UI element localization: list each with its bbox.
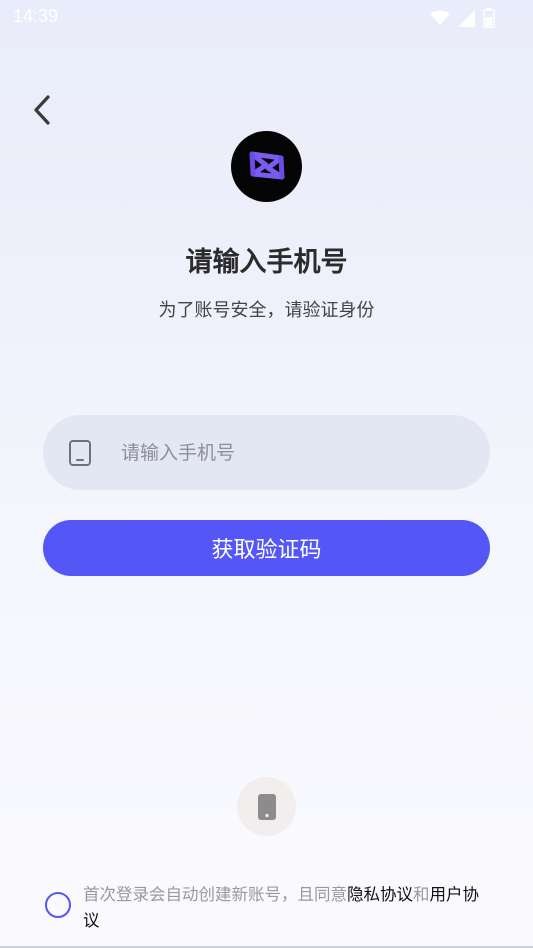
- status-icons: [430, 8, 495, 32]
- phone-login-button[interactable]: [237, 777, 296, 836]
- agreement-checkbox[interactable]: [45, 892, 71, 918]
- app-logo: [231, 131, 302, 202]
- phone-login-icon: [257, 793, 276, 820]
- phone-input-field[interactable]: [43, 415, 490, 490]
- agreement-prefix: 首次登录会自动创建新账号，且同意: [83, 885, 347, 904]
- cellular-signal-icon: [458, 9, 475, 31]
- phone-icon: [67, 438, 93, 468]
- page-subtitle: 为了账号安全，请验证身份: [158, 300, 375, 321]
- get-code-button[interactable]: 获取验证码: [43, 520, 490, 576]
- battery-icon: [483, 8, 495, 32]
- status-bar: 14:39: [0, 0, 533, 36]
- app-logo-icon: [249, 151, 284, 179]
- privacy-policy-link[interactable]: 隐私协议: [347, 885, 413, 904]
- back-button[interactable]: [26, 92, 58, 128]
- wifi-icon: [430, 10, 450, 30]
- status-time: 14:39: [13, 6, 59, 26]
- page-title: 请输入手机号: [185, 247, 348, 278]
- chevron-left-icon: [34, 95, 50, 125]
- agreement-conjunction: 和: [413, 885, 430, 904]
- agreement-text: 首次登录会自动创建新账号，且同意隐私协议和用户协议: [83, 882, 493, 934]
- phone-input[interactable]: [119, 440, 443, 465]
